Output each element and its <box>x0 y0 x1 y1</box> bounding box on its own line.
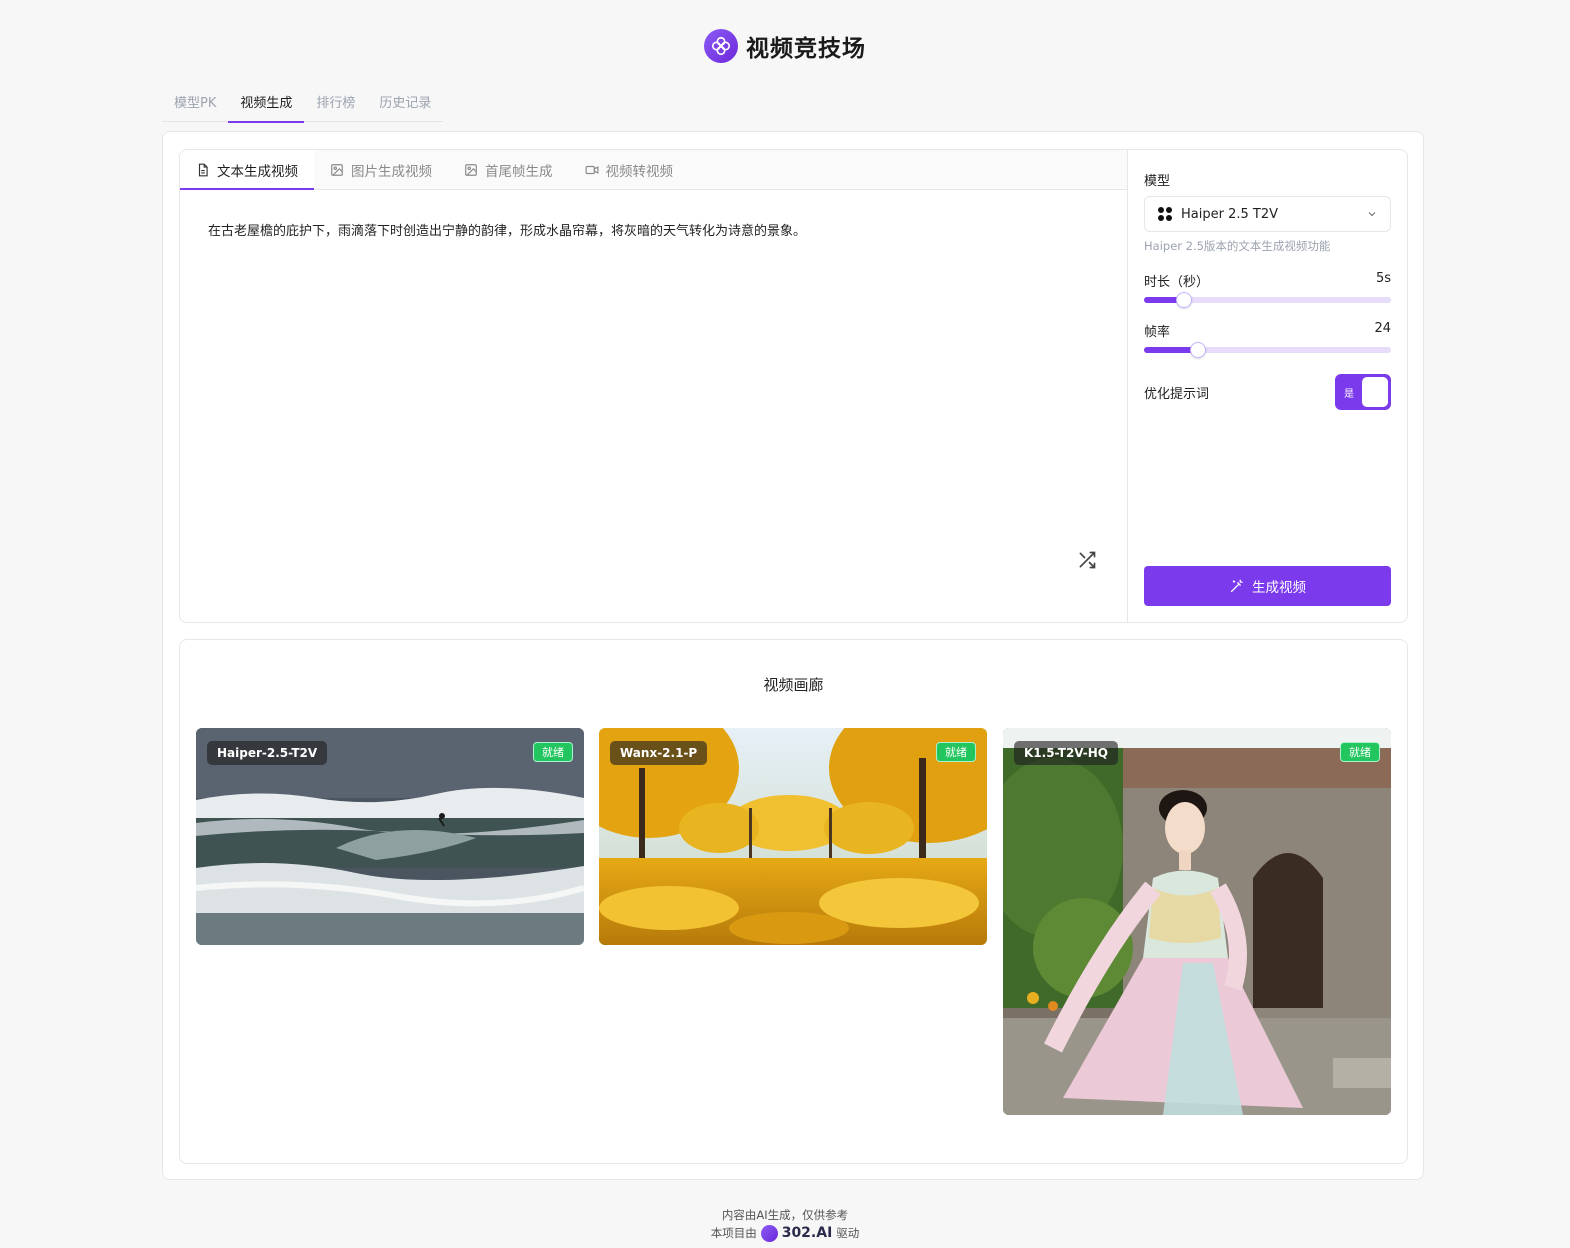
prompt-editor: 文本生成视频 图片生成视频 首尾帧生成 视频转视频 在古老屋檐的庇护下，雨滴落下… <box>180 150 1128 622</box>
tab-label: 首尾帧生成 <box>485 163 553 180</box>
gallery-title: 视频画廊 <box>763 676 824 694</box>
tab-label: 图片生成视频 <box>351 163 432 180</box>
optimize-prompt-label: 优化提示词 <box>1144 387 1210 402</box>
model-label: 模型 <box>1144 174 1171 189</box>
duration-slider[interactable] <box>1144 292 1391 308</box>
tab-leaderboard[interactable]: 排行榜 <box>304 86 367 122</box>
image-icon <box>465 163 477 176</box>
main-panel: 文本生成视频 图片生成视频 首尾帧生成 视频转视频 在古老屋檐的庇护下，雨滴落下… <box>162 131 1424 1180</box>
tab-model-pk[interactable]: 模型PK <box>162 86 228 122</box>
tab-video-generation[interactable]: 视频生成 <box>228 86 305 123</box>
brand-logo-icon <box>760 1224 778 1242</box>
fps-value: 24 <box>1374 321 1391 336</box>
magic-wand-icon <box>1230 579 1243 592</box>
main-nav: 模型PK 视频生成 排行榜 历史记录 <box>162 86 444 123</box>
video-icon <box>585 165 598 174</box>
image-icon <box>331 163 343 176</box>
settings-panel: 模型 Haiper 2.5 T2V Haiper 2.5版本的文本生成视频功能 … <box>1144 150 1392 622</box>
fps-label: 帧率 <box>1144 325 1171 340</box>
disclaimer: 内容由AI生成，仅供参考 <box>721 1208 849 1222</box>
mode-tabs: 文本生成视频 图片生成视频 首尾帧生成 视频转视频 <box>180 150 1127 190</box>
generate-video-button[interactable]: 生成视频 <box>1144 566 1391 606</box>
optimize-prompt-toggle[interactable]: 是 <box>1335 374 1391 410</box>
duration-row: 时长（秒） 5s <box>1144 271 1391 290</box>
powered-prefix: 本项目由 <box>710 1226 757 1240</box>
toggle-knob <box>1362 377 1388 407</box>
duration-label: 时长（秒） <box>1144 275 1210 290</box>
status-badge: 就绪 <box>936 742 976 762</box>
video-gallery: 视频画廊 Haiper-2.5-T2V 就绪 Wanx-2.1-P 就绪 K1.… <box>179 639 1408 1164</box>
model-tag: Wanx-2.1-P <box>610 741 708 765</box>
tab-video-to-video[interactable]: 视频转视频 <box>569 150 690 189</box>
tab-history[interactable]: 历史记录 <box>367 86 443 122</box>
powered-suffix: 驱动 <box>836 1226 860 1240</box>
chevron-down-icon <box>1368 212 1376 217</box>
fps-row: 帧率 24 <box>1144 321 1391 340</box>
generator-card: 文本生成视频 图片生成视频 首尾帧生成 视频转视频 在古老屋檐的庇护下，雨滴落下… <box>179 149 1408 623</box>
video-thumbnail-woman-courtyard <box>1003 728 1391 1115</box>
slider-handle[interactable] <box>1175 292 1192 308</box>
video-card[interactable]: Haiper-2.5-T2V 就绪 <box>196 728 584 945</box>
slider-handle[interactable] <box>1190 342 1207 358</box>
video-card[interactable]: K1.5-T2V-HQ 就绪 <box>1003 728 1391 1115</box>
status-badge: 就绪 <box>1340 742 1380 762</box>
model-description: Haiper 2.5版本的文本生成视频功能 <box>1144 239 1331 253</box>
duration-value: 5s <box>1375 271 1391 286</box>
tab-label: 文本生成视频 <box>217 163 298 180</box>
status-badge: 就绪 <box>533 742 573 762</box>
generate-label: 生成视频 <box>1252 580 1306 595</box>
tab-text-to-video[interactable]: 文本生成视频 <box>180 150 314 190</box>
model-logo-icon <box>1158 207 1172 221</box>
prompt-input[interactable]: 在古老屋檐的庇护下，雨滴落下时创造出宁静的韵律，形成水晶帘幕，将灰暗的天气转化为… <box>208 220 1088 540</box>
app-header: 视频竞技场 <box>0 28 1570 64</box>
shuffle-icon[interactable] <box>1077 550 1097 570</box>
app-title: 视频竞技场 <box>746 36 866 62</box>
tab-label: 视频转视频 <box>605 163 674 180</box>
model-value: Haiper 2.5 T2V <box>1181 206 1278 222</box>
model-tag: K1.5-T2V-HQ <box>1014 741 1118 765</box>
app-logo-icon <box>704 29 738 63</box>
brand-link[interactable]: 302.AI <box>782 1225 833 1241</box>
tab-first-last-frame[interactable]: 首尾帧生成 <box>448 150 569 189</box>
tab-image-to-video[interactable]: 图片生成视频 <box>314 150 448 189</box>
toggle-text: 是 <box>1344 389 1354 400</box>
powered-by: 本项目由 302.AI 驱动 <box>0 1223 1570 1243</box>
fps-slider[interactable] <box>1144 342 1391 358</box>
model-select[interactable]: Haiper 2.5 T2V <box>1144 196 1391 232</box>
document-icon <box>198 163 208 176</box>
video-card[interactable]: Wanx-2.1-P 就绪 <box>599 728 987 945</box>
model-tag: Haiper-2.5-T2V <box>207 741 328 765</box>
